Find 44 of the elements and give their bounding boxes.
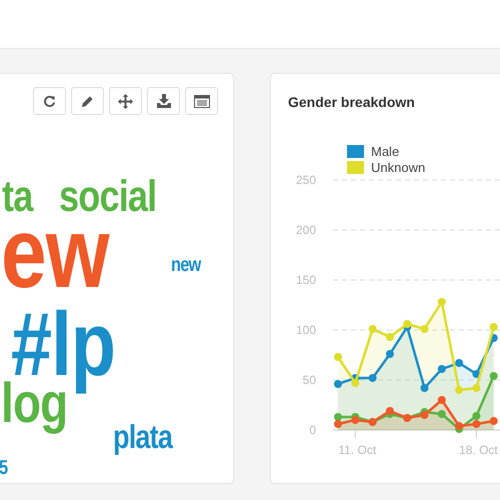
data-point (368, 325, 377, 333)
edit-button[interactable] (71, 87, 104, 115)
download-button[interactable] (147, 87, 180, 115)
move-button[interactable] (109, 87, 142, 115)
data-point (490, 323, 498, 331)
refresh-button[interactable] (33, 87, 66, 115)
data-point (490, 334, 498, 342)
axis-label: 150 (296, 273, 316, 287)
data-point (334, 353, 342, 361)
axis-label: 50 (302, 373, 316, 387)
data-point (472, 370, 480, 378)
axis-label: 100 (296, 323, 316, 337)
data-point (334, 380, 342, 388)
cloud-word: social (59, 175, 156, 219)
data-point (472, 384, 480, 392)
cloud-word: new (171, 255, 200, 275)
axis-label: 250 (296, 173, 316, 187)
refresh-icon (43, 94, 56, 108)
data-point (438, 365, 446, 373)
data-point (438, 298, 446, 306)
panel-title: Gender breakdown (287, 93, 416, 110)
data-point (420, 325, 428, 333)
data-point (455, 359, 464, 367)
list-icon (194, 94, 210, 108)
data-point (386, 333, 394, 341)
table-button[interactable] (185, 87, 218, 115)
data-point (386, 350, 394, 358)
axis-label: 0 (309, 423, 316, 437)
data-point (490, 372, 498, 380)
move-icon (118, 94, 133, 108)
cloud-word: plata (113, 420, 172, 453)
legend-label: Male (371, 144, 400, 159)
data-point (438, 396, 446, 404)
data-point (490, 417, 498, 425)
data-point (438, 410, 446, 418)
data-point (420, 384, 428, 392)
data-point (455, 386, 464, 394)
axis-label: 11. Oct (338, 443, 376, 456)
data-point (368, 374, 377, 382)
legend-label: Unknown (371, 160, 426, 175)
pencil-icon (81, 94, 94, 108)
download-icon (156, 94, 170, 108)
axis-label: 200 (296, 223, 316, 237)
axis-label: 18. Oct (459, 443, 498, 456)
